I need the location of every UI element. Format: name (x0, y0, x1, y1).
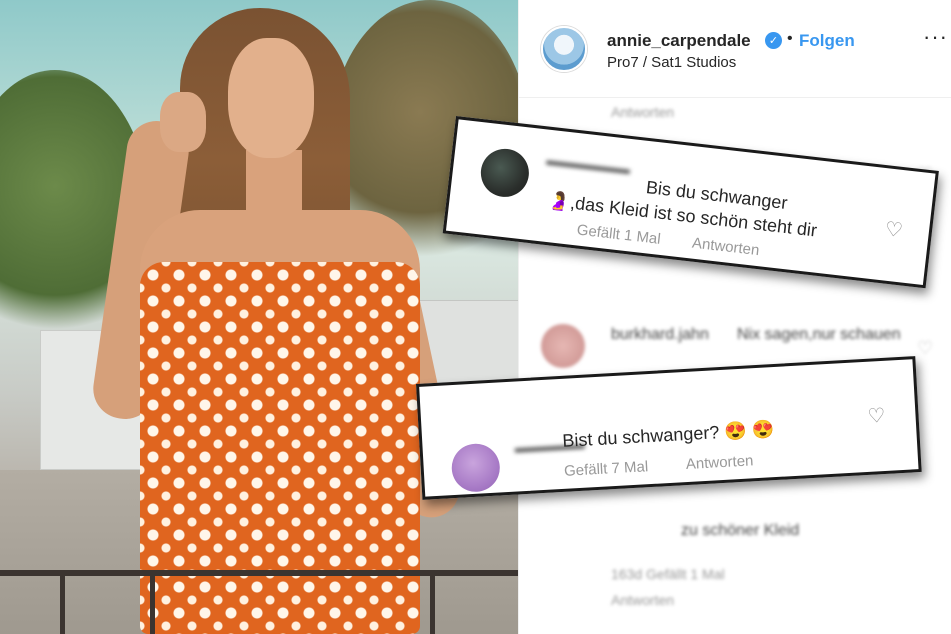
commenter-avatar[interactable] (478, 146, 532, 200)
pregnant-emoji-icon: 🤰 (546, 190, 572, 213)
location-link[interactable]: Pro7 / Sat1 Studios (607, 54, 736, 71)
face (228, 38, 314, 158)
reply-link[interactable]: Antworten (611, 592, 674, 608)
likes-count[interactable]: Gefällt 1 Mal (576, 221, 662, 247)
railing-post (150, 570, 155, 634)
post-header: annie_carpendale ✓ • Folgen Pro7 / Sat1 … (519, 0, 951, 98)
railing (0, 570, 518, 576)
comment-text: zu schöner Kleid (681, 522, 800, 539)
comment-meta: 163d Gefällt 1 Mal (611, 566, 725, 582)
hand (160, 92, 206, 152)
likes-count[interactable]: Gefällt 7 Mal (564, 458, 649, 480)
username-link[interactable]: annie_carpendale (607, 31, 751, 51)
separator-dot: • (787, 30, 793, 47)
heart-icon[interactable]: ♡ (867, 403, 886, 428)
heart-icon[interactable]: ♡ (917, 338, 933, 359)
heart-icon[interactable]: ♡ (884, 216, 905, 242)
railing-post (430, 570, 435, 634)
avatar[interactable] (541, 26, 587, 72)
reply-link[interactable]: Antworten (611, 104, 674, 120)
comment-text: Bist du schwanger? 😍 😍 (561, 419, 775, 451)
reply-button[interactable]: Antworten (691, 235, 760, 260)
comment-text: Nix sagen,nur schauen (737, 326, 901, 343)
woman-in-floral-dress (89, 0, 465, 634)
more-options-icon[interactable]: ··· (923, 24, 948, 50)
floral-dress (140, 262, 420, 634)
reply-button[interactable]: Antworten (685, 452, 753, 473)
commenter-avatar[interactable] (450, 442, 502, 494)
follow-button[interactable]: Folgen (799, 31, 855, 51)
railing-post (60, 570, 65, 634)
comment-username[interactable]: burkhard.jahn (611, 326, 709, 344)
neck (246, 150, 302, 240)
avatar[interactable] (541, 324, 585, 368)
post-sidebar: annie_carpendale ✓ • Folgen Pro7 / Sat1 … (518, 0, 951, 634)
post-photo[interactable]: › (0, 0, 518, 634)
verified-badge-icon: ✓ (765, 32, 782, 49)
